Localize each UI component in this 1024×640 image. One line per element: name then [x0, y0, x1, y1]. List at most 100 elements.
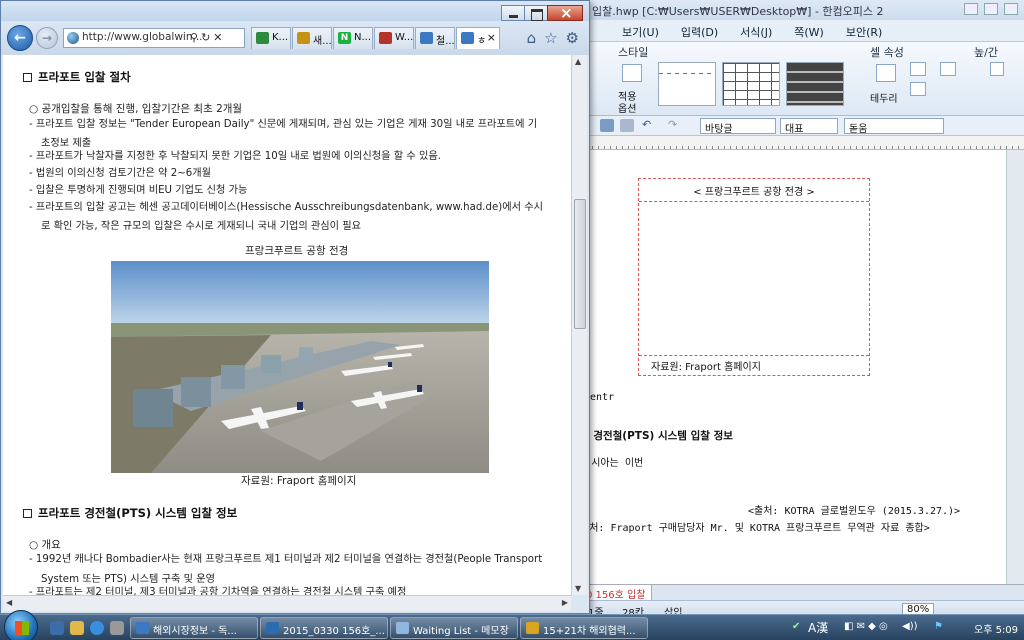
photo-caption: 프랑크푸르트 공항 전경 — [245, 245, 349, 257]
web-page-content[interactable]: 프라포트 입찰 절차 ○ 공개입찰을 통해 진행, 입찰기간은 최초 2개월 -… — [3, 55, 571, 595]
hwp-ruler[interactable] — [580, 136, 1024, 150]
hwp-vertical-scrollbar[interactable] — [1006, 150, 1024, 584]
menu-format[interactable]: 서식(J) — [740, 24, 772, 41]
browser-tab-2[interactable]: 새... — [292, 27, 332, 49]
maximize-button[interactable] — [524, 5, 548, 21]
hwp-maximize-button[interactable] — [984, 3, 998, 15]
stop-icon[interactable]: ✕ — [213, 31, 225, 44]
taskbar-folder-button[interactable]: 15+21차 해외협력... — [520, 617, 648, 639]
refresh-icon[interactable]: ↻ — [201, 31, 213, 44]
search-icon[interactable]: ⚲ — [190, 31, 201, 44]
start-button[interactable] — [4, 610, 38, 640]
document-tab[interactable]: 0 156호 입찰 — [580, 585, 653, 601]
clock[interactable]: 오후 5:09 — [974, 621, 1018, 636]
border-icon[interactable] — [876, 64, 896, 82]
menu-insert[interactable]: 입력(D) — [681, 24, 718, 41]
square-bullet-icon — [23, 509, 32, 518]
tab-favicon — [256, 32, 269, 44]
menu-security[interactable]: 보안(R) — [846, 24, 882, 41]
table-style-dashed[interactable] — [658, 62, 716, 106]
fill-color-icon[interactable] — [910, 82, 926, 96]
taskbar-ie-button[interactable]: 해외시장정보 - 독... — [130, 617, 258, 639]
bullet-terminal-link: - 프라포트는 제2 터미널, 제3 터미널과 공항 기차역을 연결하는 경전철… — [29, 587, 407, 595]
network-icon[interactable]: ✔ — [792, 621, 800, 632]
ie-navigation-bar: ← → http://www.globalwin... ⚲↻✕ K... 새..… — [1, 21, 589, 55]
ie-horizontal-scrollbar[interactable]: ◀ ▶ — [3, 595, 571, 611]
hwp-icon — [266, 622, 279, 634]
hwp-window-controls[interactable] — [964, 3, 1018, 15]
browser-tab-4[interactable]: W... — [374, 27, 414, 49]
ribbon-group-size: 높/간 — [974, 46, 998, 59]
doc-source-1: <출처: KOTRA 글로벌윈도우 (2015.3.27.)> — [748, 506, 961, 517]
hwp-title: 입찰.hwp [C:₩Users₩USER₩Desktop₩] - 한컴오피스 … — [592, 5, 884, 18]
figure-box[interactable]: < 프랑크푸르트 공항 전경 > 자료원: Fraport 홈페이지 — [638, 178, 870, 376]
scroll-right-icon[interactable]: ▶ — [562, 598, 568, 607]
scroll-thumb[interactable] — [574, 199, 586, 329]
cell-height-icon[interactable] — [990, 62, 1004, 76]
hancom-office-window[interactable]: 입찰.hwp [C:₩Users₩USER₩Desktop₩] - 한컴오피스 … — [580, 0, 1024, 619]
flag-icon[interactable]: ⚑ — [934, 621, 943, 632]
figure-source: 자료원: Fraport 홈페이지 — [639, 355, 869, 375]
media-icon[interactable] — [110, 621, 124, 635]
browser-tab-5[interactable]: 철... — [415, 27, 455, 49]
browser-tab-active[interactable]: ㅎ × — [456, 27, 500, 49]
close-button[interactable] — [547, 4, 583, 22]
ime-indicator[interactable]: A漢 — [808, 619, 828, 636]
taskbar-hwp-button[interactable]: 2015_0330 156호_... — [260, 617, 388, 639]
hwp-document-area[interactable]: < 프랑크푸르트 공항 전경 > 자료원: Fraport 홈페이지 sentr… — [580, 150, 1006, 584]
intro-open-bidding: ○ 공개입찰을 통해 진행, 입찰기간은 최초 2개월 — [29, 103, 243, 115]
hwp-document-tabs: 0 156호 입찰 — [580, 584, 1024, 601]
options-label: 옵션 — [618, 104, 637, 115]
back-button[interactable]: ← — [7, 25, 33, 51]
hwp-titlebar: 입찰.hwp [C:₩Users₩USER₩Desktop₩] - 한컴오피스 … — [580, 0, 1024, 20]
forward-button[interactable]: → — [36, 27, 58, 49]
tray-icons[interactable]: ◧ ✉ ◆ ◎ — [844, 621, 888, 632]
ie-quicklaunch-icon[interactable] — [90, 621, 104, 635]
pen-color-icon[interactable] — [910, 62, 926, 76]
style-combo[interactable]: 바탕글 — [700, 118, 776, 135]
tab-close-icon[interactable]: × — [487, 31, 496, 44]
explorer-icon[interactable] — [70, 621, 84, 635]
browser-tab-1[interactable]: K... — [251, 27, 291, 49]
minimize-button[interactable] — [501, 5, 525, 21]
show-desktop-icon[interactable] — [50, 621, 64, 635]
browser-tab-3[interactable]: N N... — [333, 27, 373, 49]
ribbon-group-cell: 셀 속성 — [870, 46, 904, 59]
favorites-icon[interactable]: ☆ — [544, 29, 557, 47]
home-icon[interactable]: ⌂ — [527, 29, 537, 47]
redo-icon[interactable]: ↷ — [668, 118, 677, 131]
internet-explorer-window[interactable]: ← → http://www.globalwin... ⚲↻✕ K... 새..… — [0, 0, 590, 614]
menu-view[interactable]: 보기(U) — [622, 24, 659, 41]
apply-table-style-icon[interactable] — [622, 64, 642, 82]
table-style-dark[interactable] — [786, 62, 844, 106]
windows-taskbar: 해외시장정보 - 독... 2015_0330 156호_... Waiting… — [0, 610, 1024, 640]
font-combo[interactable]: 돋움 — [844, 118, 944, 135]
hwp-close-button[interactable] — [1004, 3, 1018, 15]
bullet-hessian-database-cont: 로 확인 가능, 작은 규모의 입찰은 수시로 게재되니 국내 기업의 관심이 … — [41, 221, 362, 232]
undo-icon[interactable]: ↶ — [642, 118, 651, 131]
section-title-pts-bidding: 프라포트 경전철(PTS) 시스템 입찰 정보 — [23, 505, 237, 521]
hwp-menubar: 보기(U) 입력(D) 서식(J) 쪽(W) 보안(R) — [580, 20, 1024, 42]
doc-heading: 트 경전철(PTS) 시스템 입찰 정보 — [580, 430, 733, 442]
hwp-minimize-button[interactable] — [964, 3, 978, 15]
scroll-up-icon[interactable]: ▲ — [575, 57, 581, 66]
naver-icon: N — [338, 32, 351, 44]
ie-toolbar-icons: ⌂ ☆ ⚙ — [527, 29, 579, 47]
taskbar-notepad-button[interactable]: Waiting List - 메모장 — [390, 617, 518, 639]
ie-window-controls — [501, 4, 583, 22]
bullet-review-period: - 법원의 이의신청 검토기간은 약 2~6개월 — [29, 168, 211, 179]
ie-vertical-scrollbar[interactable]: ▲ ▼ — [571, 55, 587, 595]
hwp-formatting-toolbar: ↶ ↷ 바탕글 대표 돋움 — [580, 116, 1024, 136]
menu-page[interactable]: 쪽(W) — [794, 24, 824, 41]
print-icon[interactable] — [620, 119, 634, 132]
table-style-grid[interactable] — [722, 62, 780, 106]
save-icon[interactable] — [600, 119, 614, 132]
scroll-down-icon[interactable]: ▼ — [575, 584, 581, 593]
settings-gear-icon[interactable]: ⚙ — [566, 29, 579, 47]
line-style-icon[interactable] — [940, 62, 956, 76]
bullet-non-eu: - 입찰은 투명하게 진행되며 비EU 기업도 신청 가능 — [29, 185, 248, 196]
volume-icon[interactable]: ◀)) — [902, 621, 918, 632]
address-actions[interactable]: ⚲↻✕ — [190, 31, 226, 44]
scroll-left-icon[interactable]: ◀ — [6, 598, 12, 607]
paragraph-combo[interactable]: 대표 — [780, 118, 838, 135]
